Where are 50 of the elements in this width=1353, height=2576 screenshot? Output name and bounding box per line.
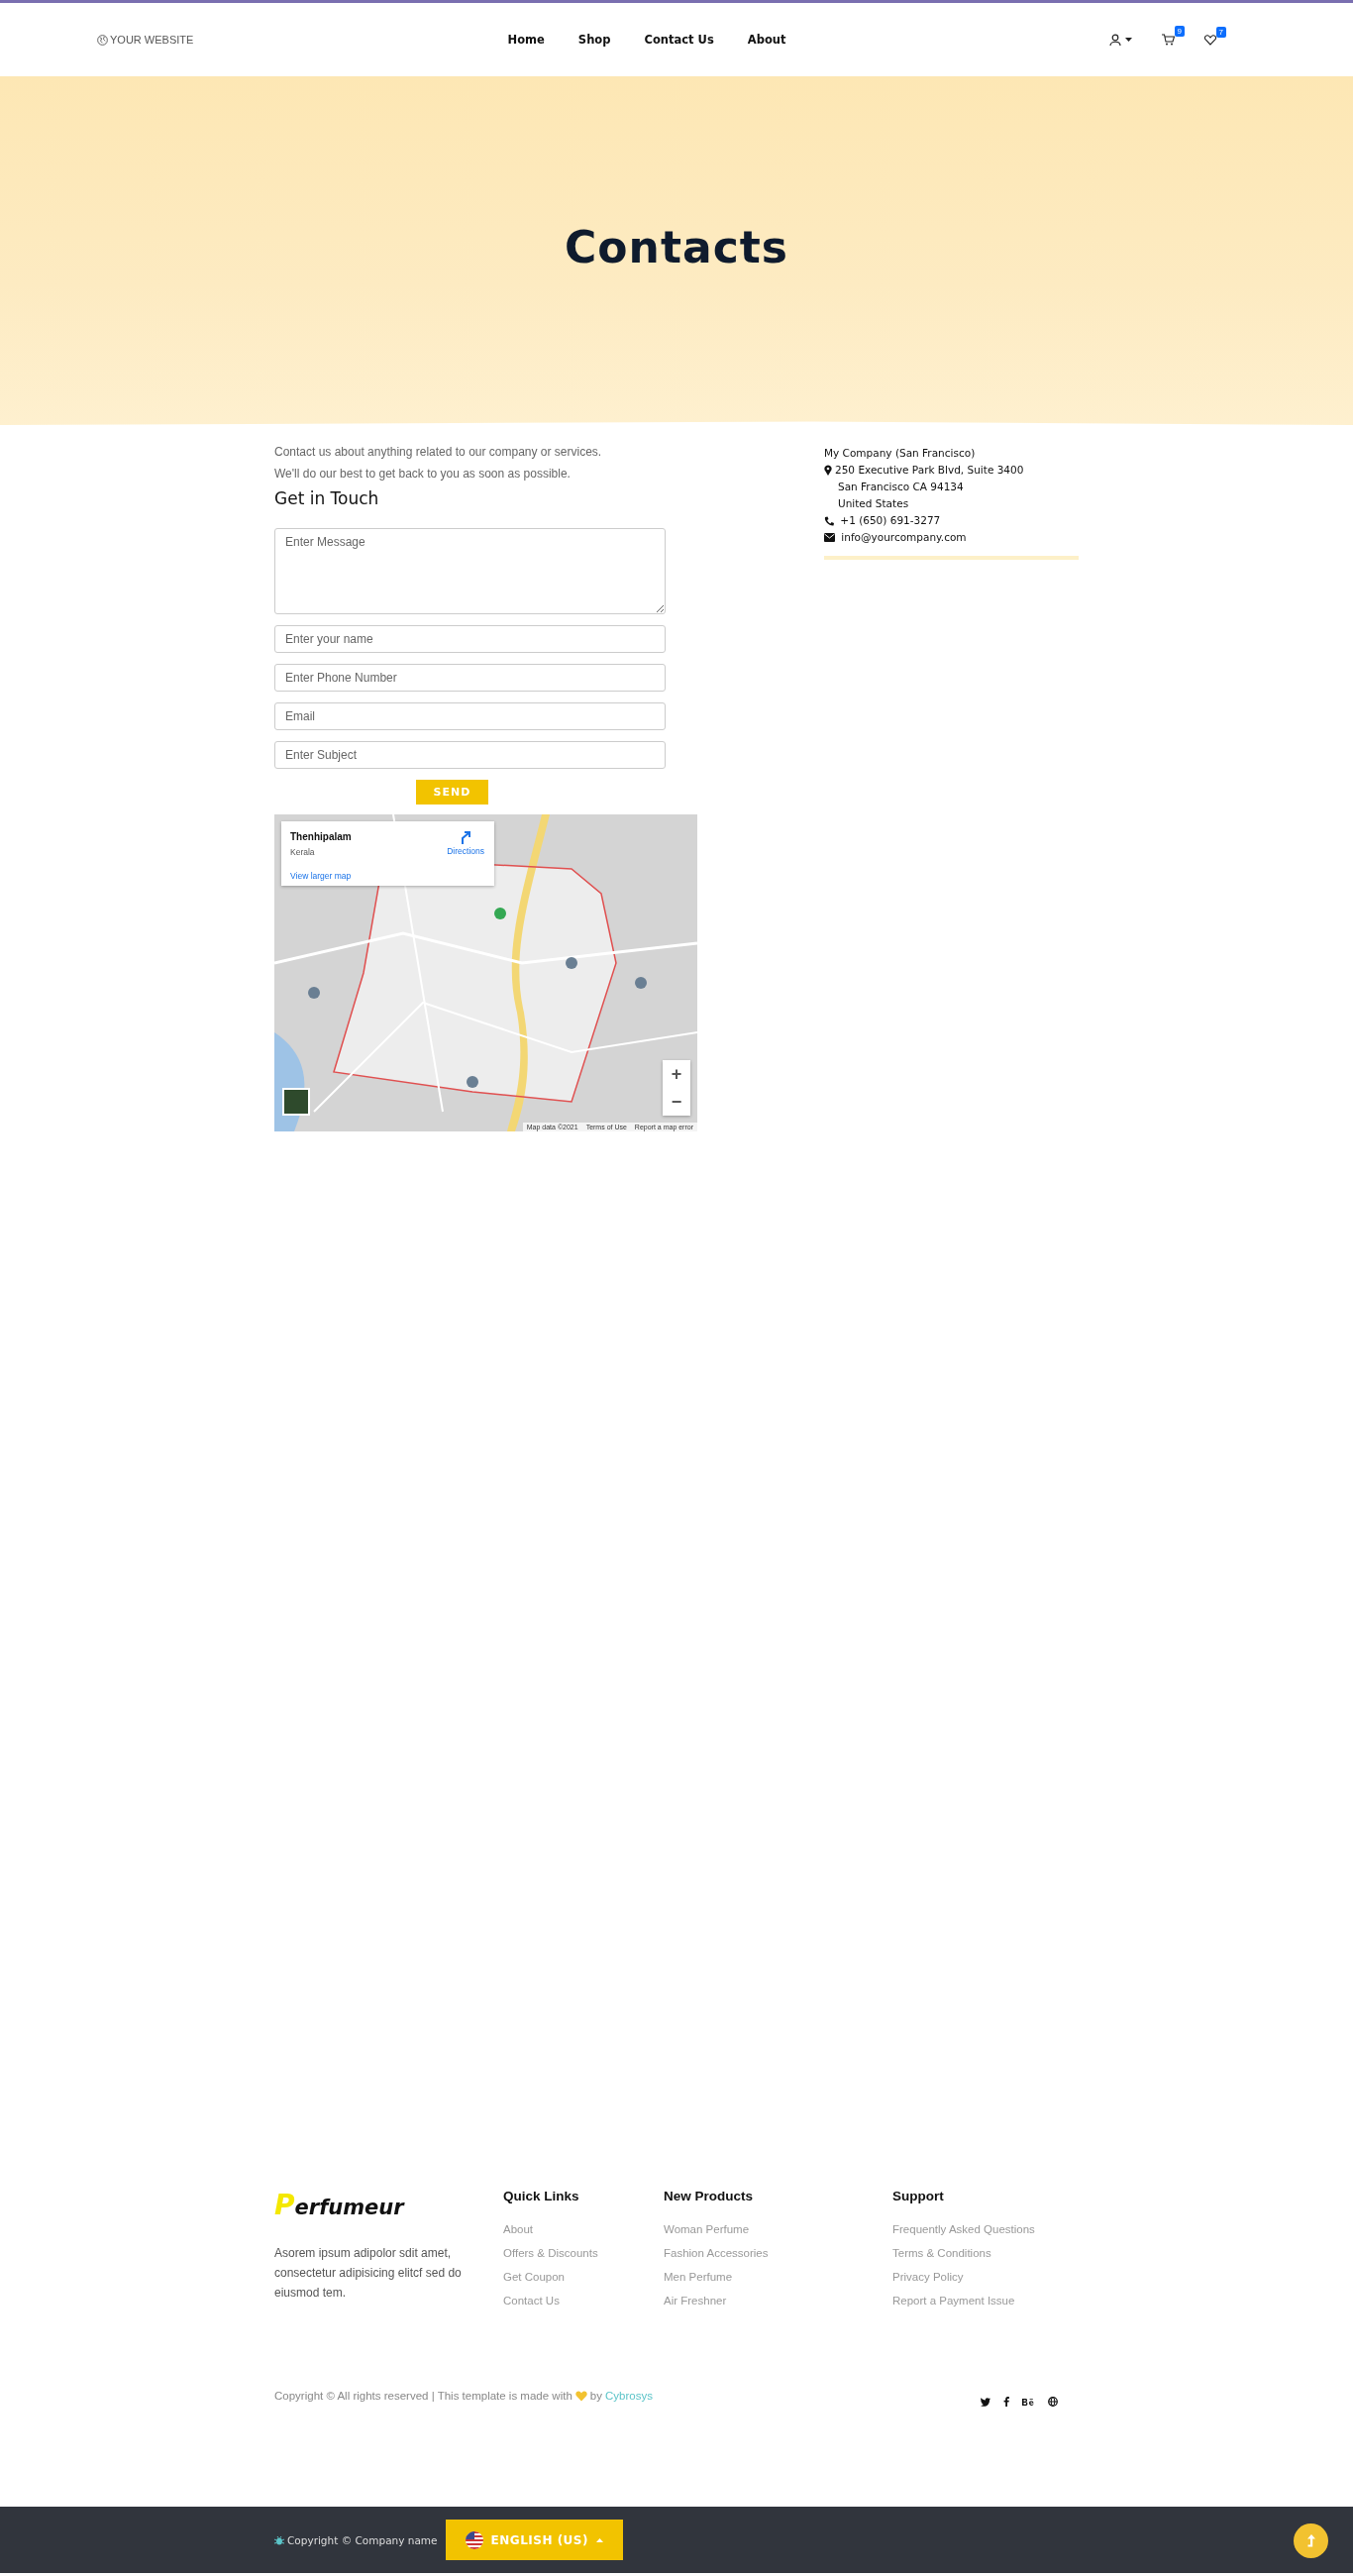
place-name: Thenhipalam [290,831,352,842]
footer-link[interactable]: Terms & Conditions [892,2247,1091,2259]
footer-link[interactable]: Fashion Accessories [664,2247,892,2259]
address-line: United States [838,496,909,511]
copyright-text: Copyright © All rights reserved | This template is made with by Cybrosys [274,2390,653,2402]
message-field[interactable]: Enter Message [274,528,666,614]
brand-name[interactable]: YOUR WEBSITE [110,34,194,46]
wishlist-count-badge: 7 [1215,26,1226,38]
input-field[interactable]: Enter Phone Number [274,664,666,692]
nav-link[interactable]: About [747,33,786,47]
language-selector[interactable]: ENGLISH (US) [445,2520,623,2560]
intro-text: We'll do our best to get back to you as soon as possible. [274,467,572,481]
about-text: Asorem ipsum adipolor sdit amet, consectetur adipisicing elitcf sed do eiusmod tem. [274,2245,463,2302]
input-field[interactable]: Enter your name [274,625,666,653]
input-field[interactable]: Email [274,702,666,730]
footer-link[interactable]: Men Perfume [664,2271,892,2283]
address-line: 250 Executive Park Blvd, Suite 3400 [835,463,1024,478]
zoom-out-button[interactable]: − [663,1088,690,1116]
company-copyright: Copyright © Company name [287,2533,438,2546]
company-name: My Company (San Francisco) [824,446,977,461]
cart-count-badge: 9 [1174,26,1185,37]
footer-link[interactable]: About [503,2223,664,2235]
footer-column-title: Support [892,2189,945,2203]
footer-link[interactable]: Woman Perfume [664,2223,892,2235]
perfumeur-logo[interactable]: Perfumeur [274,2189,503,2221]
phone-number: +1 (650) 691-3277 [839,513,941,528]
send-button[interactable]: SEND [416,780,488,805]
footer-link[interactable]: Report a Payment Issue [892,2295,1091,2307]
email-address: info@yourcompany.com [840,530,967,545]
zoom-in-button[interactable]: + [663,1060,690,1088]
directions-link[interactable]: Directions [447,831,484,856]
author-link[interactable]: Cybrosys [604,2390,653,2402]
footer-link[interactable]: Offers & Discounts [503,2247,664,2259]
footer-link[interactable]: Get Coupon [503,2271,664,2283]
place-region: Kerala [290,847,315,857]
nav-link[interactable]: Home [507,33,545,47]
footer-link[interactable]: Privacy Policy [892,2271,1091,2283]
footer-link[interactable]: Contact Us [503,2295,664,2307]
footer-column-title: New Products [664,2189,755,2203]
page-title: Contacts [565,221,788,272]
section-heading: Get in Touch [274,488,380,508]
nav-link[interactable]: Shop [577,33,611,47]
intro-text: Contact us about anything related to our company or services. [274,445,603,459]
nav-link[interactable]: Contact Us [644,33,714,47]
address-line: San Francisco CA 94134 [838,480,964,494]
footer-link[interactable]: Air Freshner [664,2295,892,2307]
footer-column-title: Quick Links [503,2189,580,2203]
larger-map-link[interactable]: View larger map [290,871,352,881]
footer-link[interactable]: Frequently Asked Questions [892,2223,1091,2235]
input-field[interactable]: Enter Subject [274,741,666,769]
